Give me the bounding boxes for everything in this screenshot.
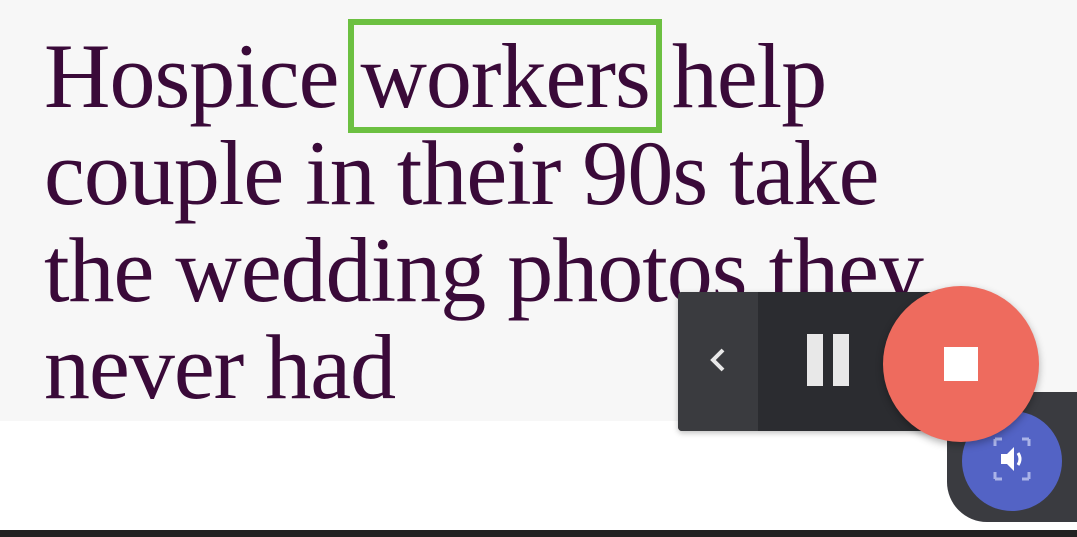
page-bottom-border — [0, 530, 1077, 537]
collapse-button[interactable] — [678, 292, 758, 431]
speaker-icon — [989, 436, 1035, 486]
stop-icon — [944, 347, 978, 381]
headline-text: help — [649, 25, 827, 127]
chevron-left-icon — [706, 344, 730, 380]
highlighted-word: workers — [348, 19, 662, 133]
headline-line-2: couple in their 90s take — [44, 122, 879, 224]
headline-text: Hospice — [44, 25, 361, 127]
pause-icon — [802, 334, 854, 390]
headline-line-1: Hospice workers help — [44, 19, 1044, 133]
stop-button[interactable] — [883, 286, 1039, 442]
pause-button[interactable] — [788, 332, 868, 392]
